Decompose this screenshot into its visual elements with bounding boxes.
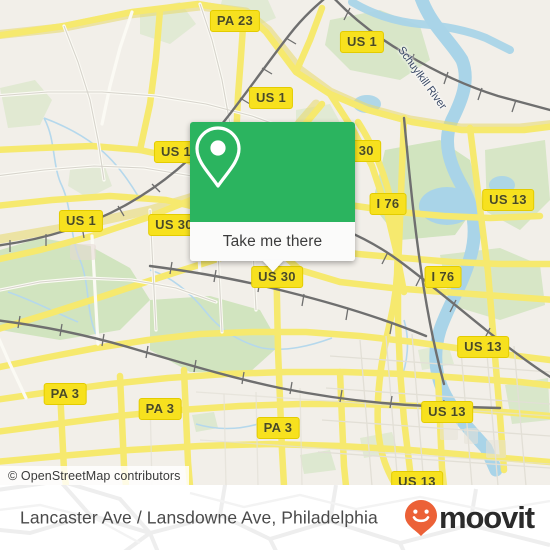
- road-shield: US 13: [421, 401, 473, 423]
- road-shield: US 13: [391, 471, 443, 485]
- road-shield: I 76: [369, 193, 407, 215]
- road-shield: PA 3: [138, 398, 182, 420]
- road-shield: PA 3: [43, 383, 87, 405]
- osm-attribution: © OpenStreetMap contributors: [0, 466, 189, 485]
- road-shield: US 1: [58, 210, 104, 232]
- location-callout-card[interactable]: Take me there: [190, 122, 355, 272]
- location-title: Lancaster Ave / Lansdowne Ave, Philadelp…: [20, 507, 378, 527]
- map-canvas[interactable]: Schuylkill River PA 23 US 1 US 1 US 1 US 30 U…: [0, 0, 550, 485]
- map-pin-icon: [195, 126, 241, 188]
- road-shield: US 1: [339, 31, 385, 53]
- map-screenshot: Schuylkill River PA 23 US 1 US 1 US 1 US 30 U…: [0, 0, 550, 550]
- road-shield: US 13: [457, 336, 509, 358]
- callout-action-area[interactable]: Take me there: [190, 222, 355, 272]
- take-me-there-label: Take me there: [222, 232, 323, 250]
- road-shield: US 13: [482, 189, 534, 211]
- callout-pointer-tail: [261, 260, 284, 272]
- road-shield: US 1: [248, 87, 294, 109]
- road-shield: PA 3: [256, 417, 300, 439]
- moovit-smiley-pin-icon: [404, 499, 437, 536]
- road-shield: I 76: [424, 266, 462, 288]
- road-shield: PA 23: [209, 10, 261, 32]
- footer-bar: Lancaster Ave / Lansdowne Ave, Philadelp…: [0, 485, 550, 550]
- callout-pin-area: [190, 122, 355, 222]
- moovit-wordmark: moovit: [438, 500, 535, 535]
- moovit-brand[interactable]: moovit: [404, 499, 535, 537]
